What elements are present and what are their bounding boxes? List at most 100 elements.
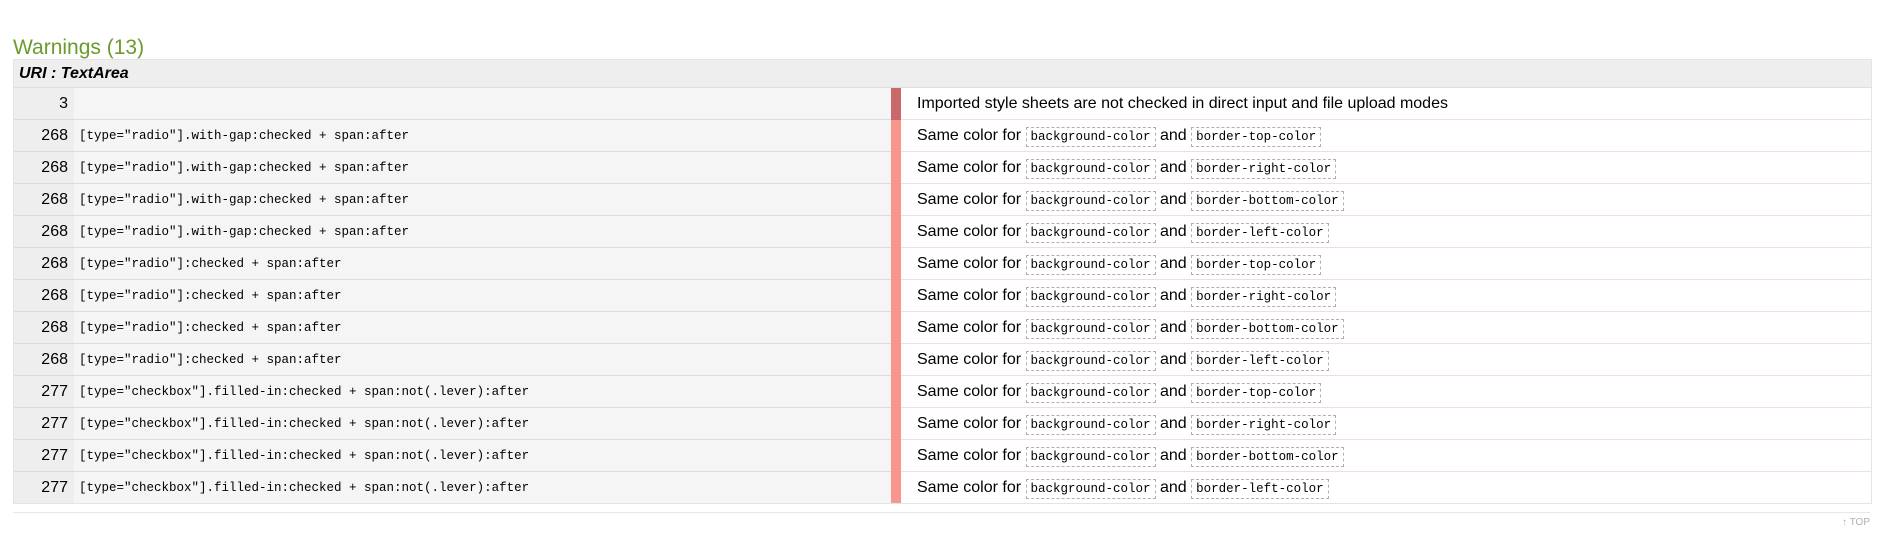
warning-message: Same color for background-color and bord… xyxy=(901,247,1871,280)
css-selector: [type="checkbox"].filled-in:checked + sp… xyxy=(74,407,891,440)
warning-level-marker xyxy=(891,311,901,344)
warning-level-marker xyxy=(891,119,901,152)
property-code: background-color xyxy=(1025,190,1156,211)
warning-message: Imported style sheets are not checked in… xyxy=(901,88,1871,120)
warning-message: Same color for background-color and bord… xyxy=(901,471,1871,503)
message-joiner: and xyxy=(1159,286,1187,304)
message-prefix: Same color for xyxy=(917,350,1022,368)
warning-row: 268 [type="radio"]:checked + span:after Sa… xyxy=(14,279,1871,312)
property-code: background-color xyxy=(1025,446,1156,467)
css-selector: [type="radio"].with-gap:checked + span:a… xyxy=(74,151,891,184)
property-code: border-bottom-color xyxy=(1191,190,1344,211)
line-number: 277 xyxy=(14,471,74,503)
warning-level-marker xyxy=(891,279,901,312)
warning-row: 277 [type="checkbox"].filled-in:checked +… xyxy=(14,375,1871,408)
warning-level-marker xyxy=(891,375,901,408)
line-number: 277 xyxy=(14,375,74,408)
message-joiner: and xyxy=(1159,190,1187,208)
line-number: 268 xyxy=(14,183,74,216)
warning-message: Same color for background-color and bord… xyxy=(901,151,1871,184)
message-joiner: and xyxy=(1159,446,1187,464)
warning-row: 268 [type="radio"].with-gap:checked + spa… xyxy=(14,215,1871,248)
property-code: background-color xyxy=(1025,254,1156,275)
message-prefix: Same color for xyxy=(917,190,1022,208)
line-number: 3 xyxy=(14,88,74,120)
property-code: background-color xyxy=(1025,286,1156,307)
warnings-table: URI : TextArea 3 Imported style sheets ar… xyxy=(13,59,1872,504)
warning-message: Same color for background-color and bord… xyxy=(901,183,1871,216)
css-selector: [type="checkbox"].filled-in:checked + sp… xyxy=(74,471,891,503)
warning-message: Same color for background-color and bord… xyxy=(901,119,1871,152)
message-prefix: Same color for xyxy=(917,222,1022,240)
property-code: background-color xyxy=(1025,126,1156,147)
warnings-list: 3 Imported style sheets are not checked i… xyxy=(14,88,1871,503)
message-joiner: and xyxy=(1159,478,1187,496)
warning-row: 277 [type="checkbox"].filled-in:checked +… xyxy=(14,471,1871,503)
property-code: background-color xyxy=(1025,414,1156,435)
warning-row: 3 Imported style sheets are not checked i… xyxy=(14,88,1871,120)
line-number: 268 xyxy=(14,343,74,376)
uri-header: URI : TextArea xyxy=(14,60,1871,88)
warning-message: Same color for background-color and bord… xyxy=(901,407,1871,440)
message-joiner: and xyxy=(1159,222,1187,240)
message-prefix: Same color for xyxy=(917,382,1022,400)
css-selector: [type="radio"].with-gap:checked + span:a… xyxy=(74,215,891,248)
message-joiner: and xyxy=(1159,158,1187,176)
warning-level-marker xyxy=(891,183,901,216)
css-selector: [type="radio"].with-gap:checked + span:a… xyxy=(74,119,891,152)
property-code: border-top-color xyxy=(1191,382,1322,403)
warning-row: 268 [type="radio"].with-gap:checked + spa… xyxy=(14,151,1871,184)
warning-level-marker xyxy=(891,151,901,184)
message-text: Imported style sheets are not checked in… xyxy=(917,94,1448,112)
line-number: 277 xyxy=(14,407,74,440)
property-code: border-left-color xyxy=(1191,222,1329,243)
message-joiner: and xyxy=(1159,318,1187,336)
css-selector: [type="radio"]:checked + span:after xyxy=(74,247,891,280)
property-code: background-color xyxy=(1025,478,1156,499)
message-prefix: Same color for xyxy=(917,414,1022,432)
message-prefix: Same color for xyxy=(917,318,1022,336)
css-selector: [type="radio"]:checked + span:after xyxy=(74,279,891,312)
property-code: border-left-color xyxy=(1191,478,1329,499)
line-number: 268 xyxy=(14,215,74,248)
warning-message: Same color for background-color and bord… xyxy=(901,215,1871,248)
message-prefix: Same color for xyxy=(917,126,1022,144)
css-selector: [type="checkbox"].filled-in:checked + sp… xyxy=(74,439,891,472)
line-number: 268 xyxy=(14,279,74,312)
message-joiner: and xyxy=(1159,350,1187,368)
property-code: border-left-color xyxy=(1191,350,1329,371)
message-prefix: Same color for xyxy=(917,254,1022,272)
warning-level-marker xyxy=(891,215,901,248)
warning-message: Same color for background-color and bord… xyxy=(901,311,1871,344)
css-selector: [type="radio"]:checked + span:after xyxy=(74,311,891,344)
line-number: 268 xyxy=(14,311,74,344)
property-code: border-bottom-color xyxy=(1191,446,1344,467)
warning-level-marker xyxy=(891,471,901,503)
property-code: background-color xyxy=(1025,158,1156,179)
warning-row: 277 [type="checkbox"].filled-in:checked +… xyxy=(14,439,1871,472)
warning-level-marker xyxy=(891,247,901,280)
property-code: background-color xyxy=(1025,382,1156,403)
line-number: 268 xyxy=(14,247,74,280)
warning-level-marker xyxy=(891,439,901,472)
message-joiner: and xyxy=(1159,254,1187,272)
warning-row: 268 [type="radio"]:checked + span:after Sa… xyxy=(14,343,1871,376)
property-code: background-color xyxy=(1025,350,1156,371)
warning-row: 268 [type="radio"]:checked + span:after Sa… xyxy=(14,311,1871,344)
property-code: border-right-color xyxy=(1191,414,1337,435)
warning-row: 268 [type="radio"].with-gap:checked + spa… xyxy=(14,119,1871,152)
warning-row: 277 [type="checkbox"].filled-in:checked +… xyxy=(14,407,1871,440)
property-code: border-top-color xyxy=(1191,254,1322,275)
warning-level-marker xyxy=(891,343,901,376)
css-selector: [type="radio"]:checked + span:after xyxy=(74,343,891,376)
property-code: border-bottom-color xyxy=(1191,318,1344,339)
bottom-divider xyxy=(13,512,1870,513)
warning-level-marker xyxy=(891,88,901,120)
css-selector: [type="checkbox"].filled-in:checked + sp… xyxy=(74,375,891,408)
message-joiner: and xyxy=(1159,126,1187,144)
warning-level-marker xyxy=(891,407,901,440)
warning-message: Same color for background-color and bord… xyxy=(901,279,1871,312)
line-number: 268 xyxy=(14,151,74,184)
back-to-top-link[interactable]: ↑ TOP xyxy=(1842,517,1870,528)
property-code: background-color xyxy=(1025,222,1156,243)
